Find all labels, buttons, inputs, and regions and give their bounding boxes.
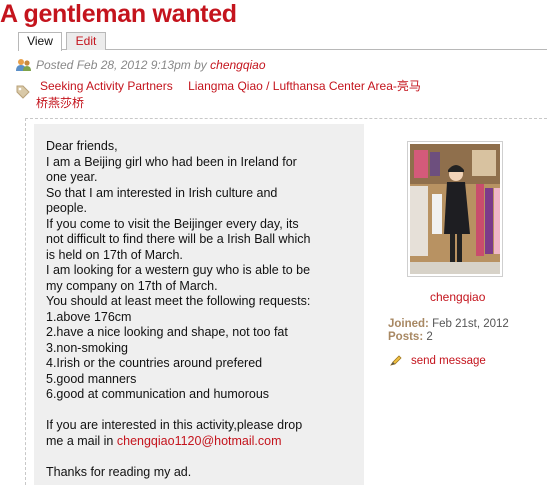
posted-date: Posted Feb 28, 2012 9:13pm by [36, 58, 207, 72]
message-icon [390, 355, 402, 366]
post-line: Dear friends, [46, 139, 118, 153]
post-line: I am looking for a western guy who is ab… [46, 263, 311, 277]
contact-prefix: me a mail in [46, 433, 114, 448]
post-line: one year. [46, 170, 98, 184]
post-line: 1.above 176cm [46, 309, 132, 324]
posts-value: 2 [426, 331, 433, 343]
contact-line: If you are interested in this activity,p… [46, 418, 303, 432]
posts-label: Posts: [388, 331, 424, 343]
user-group-icon [16, 59, 31, 71]
post-line: You should at least meet the following r… [46, 294, 311, 308]
send-message-link[interactable]: send message [411, 355, 486, 367]
tag-location-cont[interactable]: 桥燕莎桥 [36, 94, 84, 111]
sidebar-joined: Joined: Feb 21st, 2012 [388, 318, 509, 330]
author-link[interactable]: chengqiao [210, 58, 265, 72]
tab-bar: View Edit [18, 32, 547, 51]
tag-category[interactable]: Seeking Activity Partners [40, 79, 173, 93]
post-line: 5.good manners [46, 371, 137, 386]
tab-edit[interactable]: Edit [66, 32, 106, 50]
user-photo[interactable] [410, 144, 500, 274]
post-line: If you come to visit the Beijinger every… [46, 216, 299, 231]
post-lines: Dear friends, I am a Beijing girl who had… [46, 139, 366, 403]
post-meta: Posted Feb 28, 2012 9:13pm by chengqiao [36, 58, 266, 72]
email-link[interactable]: chengqiao1120@hotmail.com [117, 434, 282, 448]
closing-line: Thanks for reading my ad. [46, 464, 192, 479]
post-line: my company on 17th of March. [46, 278, 218, 293]
post-line: people. [46, 201, 88, 215]
post-tags: Seeking Activity Partners Liangma Qiao /… [40, 78, 421, 94]
page-title: A gentleman wanted [0, 0, 237, 28]
post-line: not difficult to find there will be a Ir… [46, 232, 311, 246]
post-line: So that I am interested in Irish culture… [46, 185, 278, 200]
sidebar-username[interactable]: chengqiao [430, 290, 485, 304]
joined-value: Feb 21st, 2012 [432, 318, 509, 330]
sidebar-posts: Posts: 2 [388, 331, 433, 343]
user-photo-frame[interactable] [407, 141, 503, 277]
post-line: 4.Irish or the countries around prefered [46, 356, 263, 370]
tag-icon [16, 85, 30, 99]
contact-email-line: me a mail in chengqiao1120@hotmail.com [46, 434, 366, 450]
tag-location[interactable]: Liangma Qiao / Lufthansa Center Area-亮马 [188, 79, 421, 93]
post-body: Dear friends, I am a Beijing girl who had… [46, 139, 366, 480]
joined-label: Joined: [388, 318, 429, 330]
post-line: 2.have a nice looking and shape, not too… [46, 325, 288, 339]
tab-view[interactable]: View [18, 32, 62, 51]
post-line: 3.non-smoking [46, 340, 128, 355]
post-line: 6.good at communication and humorous [46, 387, 270, 401]
post-line: is held on 17th of March. [46, 247, 183, 262]
post-line: I am a Beijing girl who had been in Irel… [46, 154, 297, 169]
